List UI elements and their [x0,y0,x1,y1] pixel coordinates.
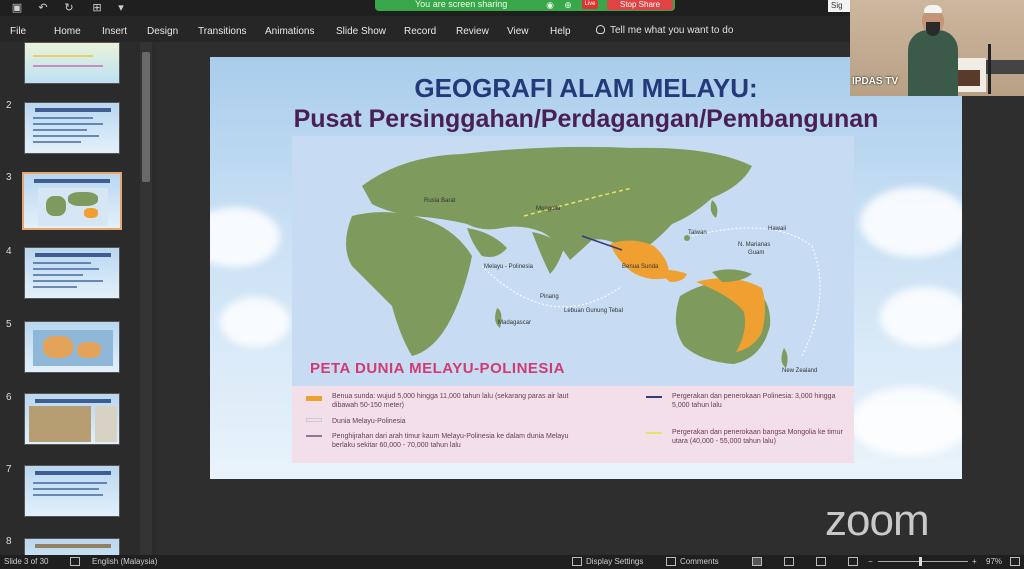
undo-icon[interactable]: ↶ [36,1,50,15]
map-label-gunung: Lebuan Gunung Tebal [564,308,623,314]
comments-button[interactable]: Comments [680,557,719,566]
tab-animations[interactable]: Animations [265,26,314,37]
tab-help[interactable]: Help [550,26,571,37]
webcam-label: IPDAS TV [852,76,899,87]
tab-record[interactable]: Record [404,26,436,37]
slide-thumbnail-6[interactable] [24,393,120,445]
map-label-pinang: Pinang [540,294,559,300]
legend-sunda: Benua sunda: wujud 5,000 hingga 11,000 t… [332,393,569,409]
current-slide[interactable]: GEOGRAFI ALAM MELAYU: Pusat Persinggahan… [210,57,962,479]
ribbon-menu: File Home Insert Design Transitions Anim… [0,22,850,42]
lightbulb-icon [596,25,605,34]
slide-number: 7 [6,464,12,475]
legend-swatch-polinesia [646,396,662,398]
slide-number: 2 [6,100,12,111]
slide-thumbnail-panel: 2 3 4 5 6 7 8 [0,42,156,555]
map-label-taiwan: Taiwan [688,230,707,236]
reading-view-icon[interactable] [816,557,826,566]
slide-number: 6 [6,392,12,403]
display-settings-button[interactable]: Display Settings [586,557,643,566]
slide-thumbnail-3[interactable] [22,172,122,230]
legend-swatch-mongolia [646,432,662,434]
legend-penghijrahan: Penghijrahan dari arah timur kaum Melayu… [332,433,569,449]
security-icon[interactable]: ⊕ [561,0,575,12]
slide-subtitle: Pusat Persinggahan/Perdagangan/Pembangun… [293,105,879,133]
tab-review[interactable]: Review [456,26,489,37]
thumbnail-scrollbar-thumb[interactable] [142,52,150,182]
powerpoint-window: ▣ ↶ ↻ ⊞ ▾ You are screen sharing ◉ ⊕ Liv… [0,0,1024,569]
slide-number: 8 [6,536,12,547]
tab-file[interactable]: File [10,26,26,37]
save-icon[interactable]: ▣ [10,1,24,15]
map-label-rusia: Rusia Barat [424,198,456,204]
map-figure: Rusia Barat Mongolia Taiwan Hawaii N. Ma… [292,136,854,463]
tab-design[interactable]: Design [147,26,178,37]
spellcheck-icon[interactable] [70,557,80,566]
slide-counter: Slide 3 of 30 [4,557,49,566]
zoom-in-icon[interactable]: + [972,557,977,566]
map-label-guam: Guam [748,250,765,256]
tab-insert[interactable]: Insert [102,26,127,37]
slide-thumbnail-7[interactable] [24,465,120,517]
tab-home[interactable]: Home [54,26,81,37]
zoom-slider-knob[interactable] [919,557,922,566]
zoom-slider[interactable] [878,561,968,562]
live-badge: Live [582,0,598,9]
comments-icon [666,557,676,566]
tab-view[interactable]: View [507,26,529,37]
legend-mongolia: Pergerakan dan penerokaan bangsa Mongoli… [672,429,843,445]
tell-me-text: Tell me what you want to do [610,25,734,36]
legend-swatch-dunia [306,418,322,422]
map-label-melayu: Melayu - Polinesia [484,264,534,270]
map-label-sunda: Benua Sunda [622,264,659,270]
sign-in-button[interactable]: Sig [828,0,850,12]
slideshow-view-icon[interactable] [848,557,858,566]
legend-dunia: Dunia Melayu-Polinesia [332,418,406,425]
tab-transitions[interactable]: Transitions [198,26,247,37]
slide-thumbnail-5[interactable] [24,321,120,373]
slide-sorter-icon[interactable] [784,557,794,566]
stop-share-button[interactable]: Stop Share [607,0,673,10]
normal-view-icon[interactable] [752,557,762,566]
fit-slide-icon[interactable] [1010,557,1020,566]
slide-thumbnail-2[interactable] [24,102,120,154]
map-label-madagascar: Madagascar [498,320,532,326]
legend-polinesia: Pergerakan dan penerokaan Polinesia: 3,0… [672,393,836,409]
legend-swatch-sunda [306,396,322,401]
redo-icon[interactable]: ↻ [62,1,76,15]
map-label-nz: New Zealand [782,368,818,374]
zoom-out-icon[interactable]: − [868,557,873,566]
slide-number: 4 [6,246,12,257]
status-bar: Slide 3 of 30 English (Malaysia) Display… [0,555,1024,569]
map-label-hawaii: Hawaii [768,226,787,232]
slide-number: 5 [6,319,12,330]
slide-thumbnail-1[interactable] [24,42,120,84]
slide-thumbnail-4[interactable] [24,247,120,299]
display-settings-icon [572,557,582,566]
sharing-status: You are screen sharing [415,0,508,9]
map-title: PETA DUNIA MELAYU-POLINESIA [310,360,565,377]
tab-slide-show[interactable]: Slide Show [336,26,386,37]
slide-thumbnail-8[interactable] [24,538,120,555]
language-indicator[interactable]: English (Malaysia) [92,557,157,566]
map-label-mariana: N. Marianas [738,242,771,248]
slide-number: 3 [6,172,12,183]
zoom-logo: zoom [825,496,930,545]
map-label-mongolia: Mongolia [536,206,561,212]
customize-toolbar-icon[interactable]: ▾ [114,1,128,15]
map-legend: Benua sunda: wujud 5,000 hingga 11,000 t… [292,386,854,463]
microphone-icon[interactable]: ◉ [543,0,557,12]
start-presentation-icon[interactable]: ⊞ [90,1,104,15]
screen-share-bar: You are screen sharing ◉ ⊕ Live Stop Sha… [375,0,675,11]
tell-me-search[interactable]: Tell me what you want to do [596,25,733,36]
legend-swatch-penghijrahan [306,435,322,437]
world-map [346,146,821,368]
zoom-level[interactable]: 97% [986,557,1002,566]
